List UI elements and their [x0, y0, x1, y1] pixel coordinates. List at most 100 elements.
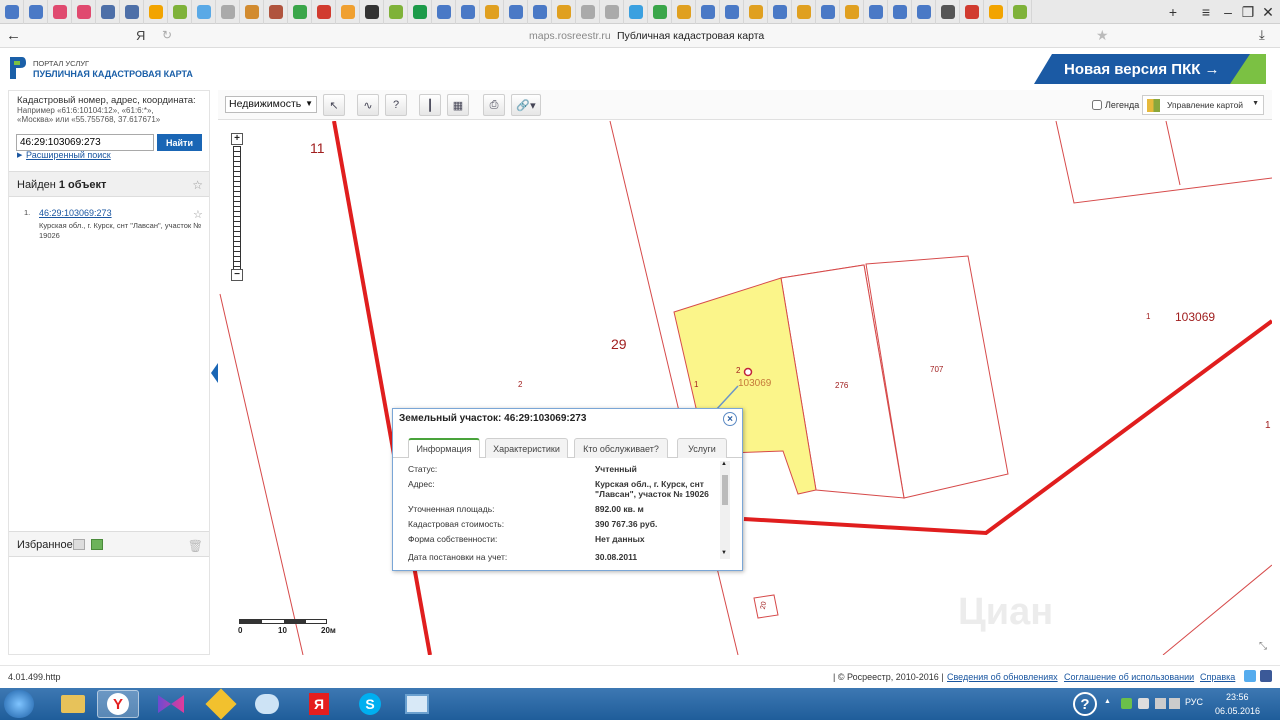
footer-agreement-link[interactable]: Соглашение об использовании [1064, 672, 1194, 682]
identify-tool-button[interactable]: ↖ [323, 94, 345, 116]
browser-tab-favicon-icon[interactable] [120, 0, 144, 24]
tab-who-serves[interactable]: Кто обслуживает? [574, 438, 668, 458]
browser-tab-favicon-icon[interactable] [792, 0, 816, 24]
browser-tab-favicon-icon[interactable] [384, 0, 408, 24]
browser-tab-favicon-icon[interactable] [696, 0, 720, 24]
taskbar-tool-icon[interactable] [200, 688, 242, 720]
browser-tab-favicon-icon[interactable] [840, 0, 864, 24]
url-host[interactable]: maps.rosreestr.ru [529, 30, 611, 42]
yandex-icon[interactable]: Я [136, 28, 145, 43]
result-number-link[interactable]: 46:29:103069:273 [39, 208, 112, 218]
browser-tab-favicon-icon[interactable] [1008, 0, 1032, 24]
footer-help-link[interactable]: Справка [1200, 672, 1235, 682]
portal-logo-icon[interactable] [8, 55, 28, 81]
area-tool-button[interactable]: ▦ [447, 94, 469, 116]
search-input[interactable] [16, 134, 154, 151]
browser-tab-favicon-icon[interactable] [816, 0, 840, 24]
favorites-trash-icon[interactable]: 🗑 [188, 539, 203, 553]
tray-expand-icon[interactable]: ▲ [1104, 698, 1111, 705]
zoom-out-button[interactable]: − [231, 269, 243, 281]
browser-tab-favicon-icon[interactable] [264, 0, 288, 24]
scroll-up-icon[interactable]: ▲ [721, 461, 727, 467]
browser-tab-favicon-icon[interactable] [768, 0, 792, 24]
browser-tab-favicon-icon[interactable] [72, 0, 96, 24]
clock-date[interactable]: 06.05.2016 [1215, 706, 1260, 716]
browser-tab-favicon-icon[interactable] [312, 0, 336, 24]
url-page-title[interactable]: Публичная кадастровая карта [617, 30, 764, 42]
browser-menu-button[interactable]: ≡ [1196, 2, 1216, 22]
browser-tab-favicon-icon[interactable] [984, 0, 1008, 24]
popup-close-button[interactable]: × [723, 412, 737, 426]
ruler-tool-button[interactable]: ┃ [419, 94, 441, 116]
browser-tab-favicon-icon[interactable] [480, 0, 504, 24]
bookmark-star-icon[interactable]: ★ [1096, 27, 1109, 44]
tab-services[interactable]: Услуги [677, 438, 727, 458]
zoom-slider[interactable] [233, 146, 241, 270]
tray-icon-2[interactable] [1138, 698, 1149, 709]
taskbar-explorer-icon[interactable] [52, 690, 94, 718]
browser-tab-favicon-icon[interactable] [456, 0, 480, 24]
new-tab-button[interactable]: + [1163, 2, 1183, 22]
browser-tab-favicon-icon[interactable] [48, 0, 72, 24]
browser-tab-favicon-icon[interactable] [24, 0, 48, 24]
taskbar-yandex-browser-icon[interactable]: Y [97, 690, 139, 718]
browser-tab-favicon-icon[interactable] [240, 0, 264, 24]
browser-tab-favicon-icon[interactable] [168, 0, 192, 24]
legend-checkbox[interactable] [1092, 100, 1102, 110]
scroll-down-icon[interactable]: ▼ [721, 550, 727, 556]
advanced-search-link[interactable]: Расширенный поиск [26, 150, 111, 160]
browser-tab-favicon-icon[interactable] [528, 0, 552, 24]
tray-icon-1[interactable] [1121, 698, 1132, 709]
reload-icon[interactable]: ↻ [162, 28, 172, 42]
map-control-button[interactable]: Управление картой ▼ [1142, 95, 1264, 115]
start-button[interactable] [4, 690, 34, 718]
maximize-button[interactable]: ❐ [1238, 2, 1258, 22]
taskbar-yandex-icon[interactable]: Я [298, 690, 340, 718]
browser-tab-favicon-icon[interactable] [936, 0, 960, 24]
link-button[interactable]: 🔗▾ [511, 94, 541, 116]
browser-tab-favicon-icon[interactable] [192, 0, 216, 24]
help-tray-icon[interactable]: ? [1073, 692, 1097, 716]
back-arrow-icon[interactable]: ← [6, 27, 21, 44]
popup-scroll-thumb[interactable] [722, 475, 728, 505]
browser-tab-favicon-icon[interactable] [888, 0, 912, 24]
print-button[interactable]: ⎙ [483, 94, 505, 116]
browser-tab-favicon-icon[interactable] [216, 0, 240, 24]
browser-tab-favicon-icon[interactable] [336, 0, 360, 24]
search-button[interactable]: Найти [157, 134, 202, 151]
browser-tab-favicon-icon[interactable] [96, 0, 120, 24]
clock-time[interactable]: 23:56 [1226, 692, 1249, 702]
popup-scrollbar[interactable]: ▲ ▼ [720, 461, 730, 559]
browser-tab-favicon-icon[interactable] [504, 0, 528, 24]
tab-information[interactable]: Информация [408, 438, 480, 458]
twitter-icon[interactable] [1244, 670, 1256, 682]
browser-tab-favicon-icon[interactable] [600, 0, 624, 24]
close-window-button[interactable]: ✕ [1258, 2, 1278, 22]
footer-updates-link[interactable]: Сведения об обновлениях [947, 672, 1058, 682]
browser-tab-favicon-icon[interactable] [744, 0, 768, 24]
browser-tab-favicon-icon[interactable] [432, 0, 456, 24]
network-icon[interactable] [1155, 698, 1166, 709]
browser-tab-favicon-icon[interactable] [960, 0, 984, 24]
browser-tab-favicon-icon[interactable] [912, 0, 936, 24]
browser-tab-favicon-icon[interactable] [408, 0, 432, 24]
minimize-button[interactable]: – [1218, 2, 1238, 22]
results-star-icon[interactable]: ☆ [192, 178, 203, 192]
new-version-banner[interactable]: Новая версия ПКК → [1034, 54, 1266, 84]
browser-tab-favicon-icon[interactable] [624, 0, 648, 24]
favorites-export-icon[interactable] [91, 539, 103, 550]
tab-characteristics[interactable]: Характеристики [485, 438, 568, 458]
browser-tab-favicon-icon[interactable] [360, 0, 384, 24]
favorites-import-icon[interactable] [73, 539, 85, 550]
browser-tab-favicon-icon[interactable] [672, 0, 696, 24]
zoom-in-button[interactable]: + [231, 133, 243, 145]
taskbar-app-icon[interactable] [150, 690, 192, 718]
resize-handle-icon[interactable]: ⤡ [1259, 641, 1267, 652]
browser-tab-favicon-icon[interactable] [288, 0, 312, 24]
language-indicator[interactable]: РУС [1185, 697, 1203, 707]
browser-tab-favicon-icon[interactable] [648, 0, 672, 24]
facebook-icon[interactable] [1260, 670, 1272, 682]
browser-tab-favicon-icon[interactable] [0, 0, 24, 24]
download-icon[interactable]: ⤓ [1259, 27, 1265, 43]
portal-big-title[interactable]: ПУБЛИЧНАЯ КАДАСТРОВАЯ КАРТА [33, 69, 193, 79]
